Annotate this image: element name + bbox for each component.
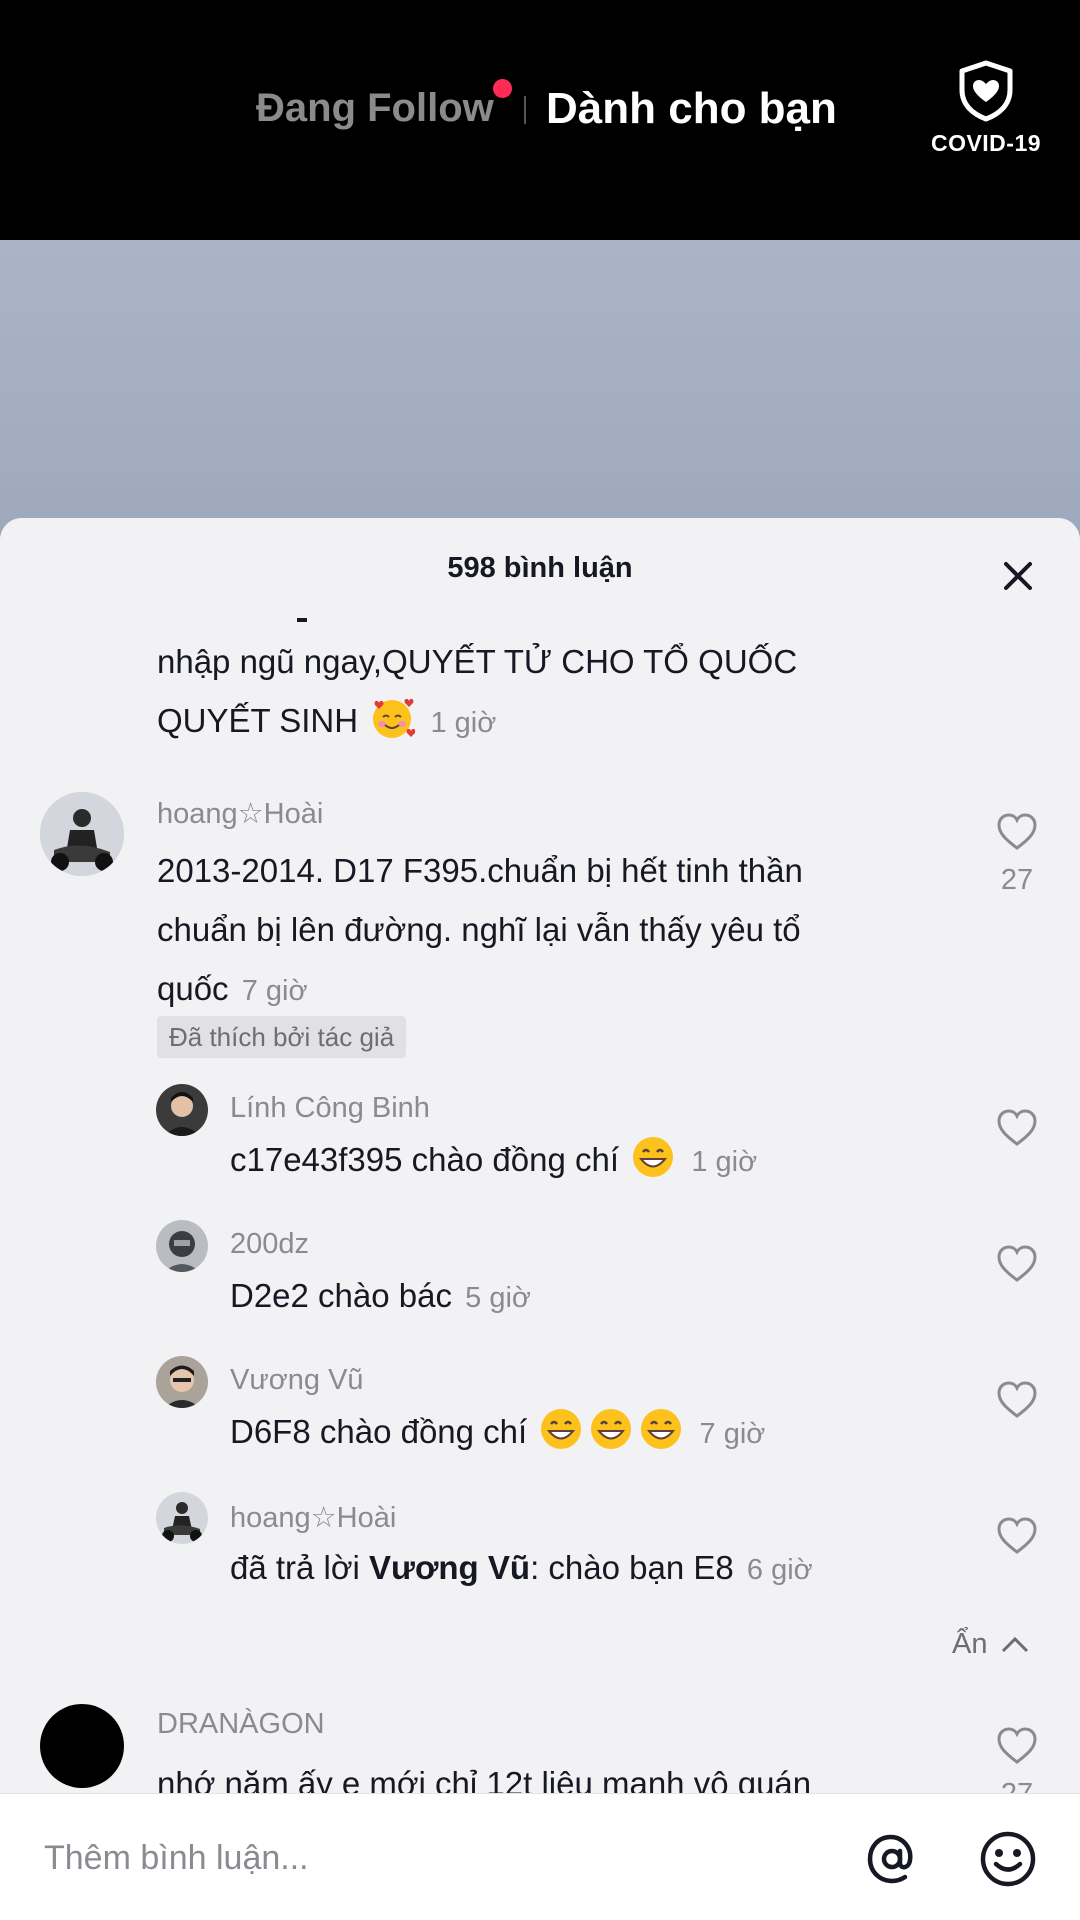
reply-text-line: D2e2 chào bác 5 giờ bbox=[230, 1266, 531, 1328]
reply-text-line: D6F8 chào đồng chí 7 giờ bbox=[230, 1402, 765, 1464]
reply-text-line: đã trả lời Vương Vũ: chào bạn E8 6 giờ bbox=[230, 1538, 813, 1600]
reply-prefix: đã trả lời bbox=[230, 1549, 370, 1586]
like-heart-icon[interactable] bbox=[995, 1242, 1039, 1286]
smiley-icon[interactable] bbox=[978, 1829, 1038, 1889]
comments-panel: nhập ngũ ngay,QUYẾT TỬ CHO TỔ QUỐC QUYẾT… bbox=[0, 518, 1080, 1920]
close-icon[interactable] bbox=[994, 552, 1042, 600]
new-content-dot bbox=[493, 79, 512, 98]
avatar[interactable] bbox=[156, 1220, 208, 1272]
reply-username[interactable]: Lính Công Binh bbox=[230, 1092, 430, 1125]
comment-text: QUYẾT SINH bbox=[157, 702, 359, 739]
like-heart-icon[interactable] bbox=[995, 1724, 1039, 1768]
like-count: 27 bbox=[1000, 864, 1034, 896]
reply-text: : chào bạn E8 bbox=[530, 1549, 734, 1586]
tab-divider bbox=[524, 96, 526, 124]
grinning-face-icon bbox=[588, 1406, 634, 1452]
shield-heart-icon bbox=[959, 60, 1013, 122]
like-heart-icon[interactable] bbox=[995, 1378, 1039, 1422]
grinning-face-icon bbox=[638, 1406, 684, 1452]
at-icon[interactable] bbox=[862, 1829, 922, 1889]
tab-following[interactable]: Đang Follow bbox=[256, 86, 494, 131]
liked-by-author-badge: Đã thích bởi tác giả bbox=[157, 1016, 407, 1058]
comment-text-line: chuẩn bị lên đường. nghĩ lại vẫn thấy yê… bbox=[157, 911, 801, 948]
comment-text-line: nhớ năm ấy e mới chỉ 12t liệu mạnh vô qu… bbox=[157, 1765, 812, 1793]
avatar[interactable] bbox=[156, 1492, 208, 1544]
like-heart-icon[interactable] bbox=[995, 810, 1039, 854]
chevron-up-icon bbox=[1001, 1636, 1028, 1653]
comment-username[interactable]: DRANÀGON bbox=[157, 1708, 325, 1741]
avatar[interactable] bbox=[40, 1704, 124, 1788]
mentioned-username[interactable]: Vương Vũ bbox=[369, 1549, 530, 1586]
covid-19-button[interactable]: COVID-19 bbox=[920, 60, 1052, 157]
reply-text: c17e43f395 chào đồng chí bbox=[230, 1141, 619, 1178]
comment-list[interactable]: nhập ngũ ngay,QUYẾT TỬ CHO TỔ QUỐC QUYẾT… bbox=[0, 518, 1080, 1793]
like-heart-icon[interactable] bbox=[995, 1106, 1039, 1150]
grinning-face-icon bbox=[538, 1406, 584, 1452]
avatar[interactable] bbox=[156, 1356, 208, 1408]
avatar[interactable] bbox=[40, 792, 124, 876]
comment-timestamp: 1 giờ bbox=[430, 707, 497, 739]
reply-text: D2e2 chào bác bbox=[230, 1277, 452, 1314]
comment-input-bar bbox=[0, 1793, 1080, 1920]
comment-count-title: 598 bình luận bbox=[447, 552, 633, 584]
comment-text-line: 2013-2014. D17 F395.chuẩn bị hết tinh th… bbox=[157, 852, 803, 889]
panel-header: 598 bình luận bbox=[0, 518, 1080, 618]
top-navigation-bar: Đang Follow Dành cho bạn COVID-19 bbox=[0, 0, 1080, 240]
comment-input[interactable] bbox=[44, 1828, 804, 1888]
comment-text-line: QUYẾT SINH 1 giờ bbox=[157, 691, 496, 753]
comment-username[interactable]: hoang☆Hoài bbox=[157, 796, 323, 831]
reply-timestamp: 5 giờ bbox=[465, 1282, 531, 1314]
comment-timestamp: 7 giờ bbox=[241, 975, 308, 1007]
reply-username[interactable]: 200dz bbox=[230, 1228, 309, 1261]
reply-text-line: c17e43f395 chào đồng chí 1 giờ bbox=[230, 1130, 757, 1192]
avatar[interactable] bbox=[156, 1084, 208, 1136]
reply-timestamp: 6 giờ bbox=[746, 1554, 813, 1586]
reply-username[interactable]: hoang☆Hoài bbox=[230, 1500, 396, 1535]
comment-text-line: nhập ngũ ngay,QUYẾT TỬ CHO TỔ QUỐC bbox=[157, 643, 798, 680]
grinning-face-icon bbox=[630, 1134, 676, 1180]
like-count: 27 bbox=[980, 1778, 1054, 1793]
reply-timestamp: 1 giờ bbox=[691, 1146, 758, 1178]
tab-for-you[interactable]: Dành cho bạn bbox=[546, 84, 837, 134]
like-heart-icon[interactable] bbox=[995, 1514, 1039, 1558]
reply-timestamp: 7 giờ bbox=[699, 1418, 766, 1450]
comment-text-line: quốc 7 giờ bbox=[157, 959, 308, 1021]
reply-text: D6F8 chào đồng chí bbox=[230, 1413, 528, 1450]
hide-replies-label: Ẩn bbox=[952, 1628, 988, 1660]
hide-replies-button[interactable]: Ẩn bbox=[952, 1628, 1030, 1661]
covid-label: COVID-19 bbox=[930, 130, 1042, 156]
comment-text: quốc bbox=[157, 970, 229, 1007]
reply-username[interactable]: Vương Vũ bbox=[230, 1364, 364, 1397]
smiling-face-with-hearts-icon bbox=[369, 695, 416, 741]
